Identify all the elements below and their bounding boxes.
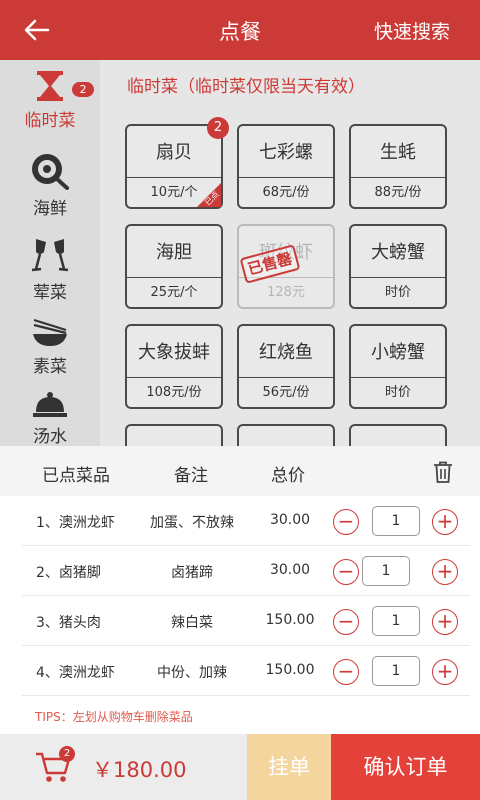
cart-header-total: 总价 [271, 466, 305, 486]
cart-item-total: 30.00 [269, 562, 311, 578]
cart-total-amount: ￥180.00 [92, 758, 187, 782]
dish-name: 大象拔蚌 [138, 342, 210, 363]
cart-item-name: 1、澳洲龙虾 [36, 515, 115, 531]
dish-name: 生蚝 [380, 142, 416, 163]
cart-item-total: 150.00 [265, 612, 315, 628]
category-meat[interactable]: 荤菜 [0, 236, 100, 303]
confirm-order-button[interactable]: 确认订单 [331, 734, 480, 800]
category-temporary[interactable]: 2 临时菜 [0, 70, 100, 131]
dish-name: 扇贝 [156, 142, 192, 163]
quick-search-button[interactable]: 快速搜索 [374, 17, 450, 44]
dish-price: 56元/份 [239, 377, 333, 407]
cart-header-dish: 已点菜品 [42, 466, 110, 486]
dish-card[interactable]: 小螃蟹 时价 [349, 324, 447, 409]
category-vegetable[interactable]: 素菜 [0, 318, 100, 377]
plus-button[interactable]: + [432, 609, 458, 635]
dish-price: 108元/份 [127, 377, 221, 407]
category-sidebar: 2 临时菜 海鲜 荤菜 素菜 汤水 [0, 60, 100, 450]
dish-price: 88元/份 [351, 177, 445, 207]
cart-item-name: 4、澳洲龙虾 [36, 665, 115, 681]
plus-button[interactable]: + [432, 559, 458, 585]
category-label: 汤水 [33, 427, 67, 447]
cart-item-name: 2、卤猪脚 [36, 565, 101, 581]
cart-panel: 已点菜品 备注 总价 1、澳洲龙虾 加蛋、不放辣 30.00 − 1 + 2、卤… [0, 446, 480, 734]
cart-header: 已点菜品 备注 总价 [0, 446, 480, 496]
cart-item-total: 150.00 [265, 662, 315, 678]
category-soup[interactable]: 汤水 [0, 390, 100, 447]
quantity-field[interactable]: 1 [372, 656, 420, 686]
dish-card[interactable]: 红烧鱼 56元/份 [237, 324, 335, 409]
hold-order-button[interactable]: 挂单 [247, 734, 331, 800]
menu-panel: 临时菜（临时菜仅限当天有效） 扇贝 10元/个 2 已点 七彩螺 68元/份 生… [100, 60, 480, 450]
category-label: 荤菜 [33, 283, 67, 303]
cart-row: 1、澳洲龙虾 加蛋、不放辣 30.00 − 1 + [22, 496, 470, 546]
minus-button[interactable]: − [333, 659, 359, 685]
dish-card[interactable]: 大螃蟹 时价 [349, 224, 447, 309]
dish-price: 时价 [351, 377, 445, 407]
cart-count-badge: 2 [59, 746, 75, 762]
hourglass-icon [37, 71, 63, 101]
category-seafood[interactable]: 海鲜 [0, 152, 100, 219]
category-label: 海鲜 [33, 199, 67, 219]
category-label: 临时菜 [24, 111, 76, 131]
dish-name: 海胆 [156, 242, 192, 263]
cart-item-note: 中份、加辣 [157, 665, 227, 681]
minus-button[interactable]: − [333, 509, 359, 535]
dish-name: 红烧鱼 [259, 342, 313, 363]
dish-card[interactable]: 扇贝 10元/个 2 已点 [125, 117, 229, 209]
cart-item-name: 3、猪头肉 [36, 615, 101, 631]
dish-card[interactable]: 海胆 25元/个 [125, 224, 223, 309]
quantity-field[interactable]: 1 [372, 506, 420, 536]
cart-row: 2、卤猪脚 卤猪蹄 30.00 − 1 + [22, 546, 470, 596]
dish-name: 大螃蟹 [371, 242, 425, 263]
quantity-field[interactable]: 1 [362, 556, 410, 586]
minus-button[interactable]: − [333, 609, 359, 635]
dish-price: 68元/份 [239, 177, 333, 207]
plus-button[interactable]: + [432, 659, 458, 685]
dish-count-badge: 2 [207, 117, 229, 139]
cart-item-note: 辣白菜 [171, 615, 213, 631]
dish-price: 时价 [351, 277, 445, 307]
cart-row: 3、猪头肉 辣白菜 150.00 − 1 + [22, 596, 470, 646]
dish-card[interactable]: 生蚝 88元/份 [349, 124, 447, 209]
minus-button[interactable]: − [333, 559, 359, 585]
dish-name: 七彩螺 [259, 142, 313, 163]
cart-header-note: 备注 [174, 466, 208, 486]
section-title: 临时菜（临时菜仅限当天有效） [127, 77, 365, 97]
cart-row: 4、澳洲龙虾 中份、加辣 150.00 − 1 + [22, 646, 470, 696]
cart-item-note: 卤猪蹄 [171, 565, 213, 581]
cart-item-total: 30.00 [269, 512, 311, 528]
bowl-chopsticks-icon [33, 318, 67, 346]
category-badge: 2 [72, 82, 94, 97]
dish-name: 小螃蟹 [371, 342, 425, 363]
dish-card[interactable]: 七彩螺 68元/份 [237, 124, 335, 209]
wine-glasses-icon [31, 239, 69, 272]
app-header: 点餐 快速搜索 [0, 0, 480, 60]
dish-price: 25元/个 [127, 277, 221, 307]
frying-pan-icon [32, 154, 69, 190]
tips-text: TIPS：左划从购物车删除菜品 [35, 710, 193, 724]
trash-icon[interactable] [433, 461, 453, 483]
dish-card-soldout: 斑纹虾 128元 已售罄 [237, 224, 335, 309]
plus-button[interactable]: + [432, 509, 458, 535]
quantity-field[interactable]: 1 [372, 606, 420, 636]
cart-item-note: 加蛋、不放辣 [150, 515, 234, 531]
cart-summary[interactable]: 2 ￥180.00 [0, 734, 247, 800]
dish-card[interactable]: 大象拔蚌 108元/份 [125, 324, 223, 409]
category-label: 素菜 [33, 357, 67, 377]
cloche-icon [33, 392, 67, 417]
bottom-bar: 2 ￥180.00 挂单 确认订单 [0, 734, 480, 800]
